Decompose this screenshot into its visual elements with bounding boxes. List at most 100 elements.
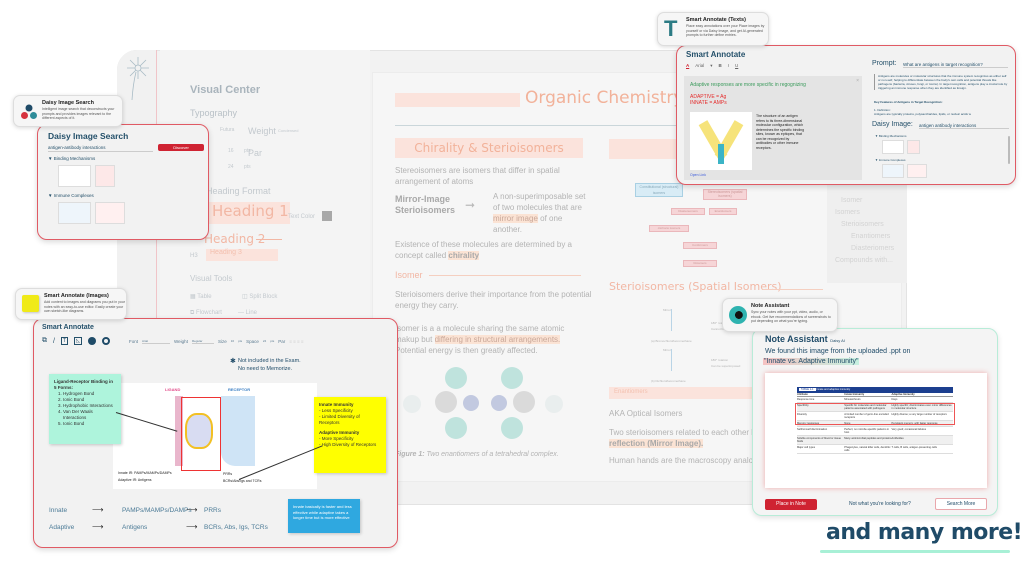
table-cell: Major cell types — [797, 446, 816, 449]
tool-flowchart[interactable]: ⧉ Flowchart — [190, 310, 222, 317]
smart-annotate-text-card: Smart Annotate A Arial ▾ B I U Adaptive … — [676, 45, 1016, 185]
font-select[interactable]: Futura — [220, 127, 234, 133]
size-input[interactable]: 16 — [231, 339, 234, 344]
group-immune-complexes[interactable]: ▼ Immune Complexes — [875, 158, 906, 162]
ring-circle-icon[interactable] — [101, 337, 110, 345]
mirror-label-b: Mirror — [663, 348, 671, 352]
heading1-style[interactable]: Heading 1 — [208, 202, 290, 224]
open-link[interactable]: Open Link — [690, 173, 706, 177]
space-input[interactable]: 24 — [228, 164, 234, 170]
yellow-sticky-note[interactable]: Innate Immunity - Less Specificity - Lim… — [314, 397, 386, 473]
not-found-text: Not what you're looking for? — [849, 501, 911, 507]
result-thumbnail[interactable] — [58, 165, 91, 187]
pen-tool-icon[interactable]: / — [53, 338, 55, 345]
weight-label: Weight — [174, 339, 188, 344]
par-label: Par — [278, 339, 286, 344]
outline-item[interactable]: Isomers — [835, 209, 860, 216]
group-immune-complexes[interactable]: ▼ Immune Complexes — [48, 193, 94, 198]
red-annotation-2: INNATE = AMPs — [690, 100, 727, 106]
green-sticky-note[interactable]: Ligand-Receptor Binding in 5 Forms: Hydr… — [49, 374, 121, 444]
sticky-item: Van Der Waals Interactions — [63, 409, 116, 421]
italic-button[interactable]: I — [728, 63, 729, 69]
smart-annotate-images-title: Smart Annotate — [42, 324, 94, 331]
result-thumbnail[interactable] — [58, 202, 91, 224]
image-search-input[interactable]: antigen-antibody interactions — [48, 145, 153, 152]
section-chirality-title: Chirality & Sterioisomers — [395, 138, 583, 158]
visual-tools-label: Visual Tools — [190, 274, 233, 283]
tooltip-desc: Sync your notes with your ppt, video, au… — [751, 310, 831, 323]
underline-button[interactable]: U — [735, 63, 738, 69]
place-in-note-button[interactable]: Place in Note — [765, 499, 817, 510]
molecule-nh2-1 — [445, 417, 467, 439]
prompt-input[interactable]: What are antigens in target recognition? — [903, 62, 1008, 68]
outline-item[interactable]: Isomer — [841, 197, 862, 204]
space-input[interactable]: 24 — [263, 339, 266, 344]
search-more-button[interactable]: Search More — [935, 498, 987, 510]
text-t-icon: T — [664, 16, 678, 41]
exam-note-line: No need to Memorize. — [238, 366, 293, 372]
tool-split-label: Split Block — [249, 294, 278, 300]
scrollbar[interactable] — [1008, 136, 1010, 164]
tool-table-label: Table — [197, 294, 212, 300]
tooltip-desc: Add content to images and diagrams you p… — [44, 300, 125, 313]
outline-item[interactable]: Sterioisomers — [841, 221, 884, 228]
text-tool-icon[interactable]: T — [60, 337, 69, 345]
weight-select[interactable]: Regular — [191, 339, 214, 344]
row-adaptive-label: Adaptive — [49, 524, 75, 531]
sticky-item: Ionic Bond — [63, 421, 116, 427]
bold-button[interactable]: B — [719, 63, 722, 69]
table-row: Self/nonself discrimination Perfect; no m… — [797, 427, 953, 436]
smart-annotate-texts-tooltip: T Smart Annotate (Texts) Place easy anno… — [657, 12, 769, 46]
group-binding-mechanisms[interactable]: ▼ Binding Mechanisms — [875, 134, 907, 138]
result-thumbnail[interactable] — [882, 164, 904, 178]
size-input[interactable]: 16 — [228, 148, 234, 154]
outline-item[interactable]: Enantiomers — [851, 233, 890, 240]
filled-circle-icon[interactable] — [87, 337, 96, 345]
font-select[interactable]: Arial — [142, 339, 171, 344]
paragraph-potential: Potential energy is then greatly affecte… — [395, 346, 538, 355]
molecule-c-2 — [513, 391, 535, 413]
result-thumbnail[interactable] — [907, 140, 920, 154]
tool-line[interactable]: — Line — [238, 310, 257, 316]
close-icon[interactable]: × — [856, 78, 859, 84]
molecule-nh2-2 — [501, 417, 523, 439]
daisy-logo-icon — [127, 57, 149, 101]
line-icon: — — [238, 310, 246, 316]
heading2-rule — [256, 239, 282, 240]
result-thumbnail[interactable] — [882, 140, 904, 154]
ligand-receptor-diagram[interactable]: LIGAND RECEPTOR Innate IR: PAMPs/MAMPs/D… — [113, 383, 317, 489]
outline-item[interactable]: Compounds with... — [835, 257, 893, 264]
tool-table[interactable]: ▦ Table — [190, 293, 212, 300]
result-thumbnail[interactable] — [907, 164, 927, 178]
text-color-icon[interactable]: A — [686, 63, 689, 69]
daisy-image-query[interactable]: antigen antibody interactions — [919, 123, 1009, 129]
antigen-diagram-image[interactable] — [690, 112, 752, 170]
section2-rule — [763, 289, 823, 290]
table-cell: Soluble components of blood or tissue fl… — [797, 437, 841, 443]
star-icon: ✱ — [230, 358, 236, 365]
paragraph-energy: Sterioisomers derive their importance fr… — [395, 290, 592, 310]
note-editor[interactable]: Adaptive responses are more specific in … — [684, 76, 862, 180]
molecule-cooh-1 — [445, 367, 467, 389]
tool-split-block[interactable]: ◫ Split Block — [242, 293, 277, 300]
sticky-title: Ligand-Receptor Binding in 5 Forms: — [54, 379, 113, 390]
heading3-style[interactable]: Heading 3 — [206, 249, 278, 261]
discover-button[interactable]: Discover — [158, 144, 204, 151]
weight-select[interactable]: Condensed — [278, 128, 298, 133]
space-label: Space — [246, 339, 259, 344]
result-thumbnail[interactable] — [95, 165, 115, 187]
red-highlight-box — [181, 397, 221, 471]
outline-item[interactable]: Diasteriomers — [851, 245, 894, 252]
result-thumbnail[interactable] — [95, 202, 125, 224]
suggested-slide-image[interactable]: TABLE 1-1 Innate and adaptive immunity A… — [765, 373, 987, 488]
sticky-item: - High Diversity of Receptors — [319, 442, 377, 447]
tooltip-title: Note Assistant — [751, 303, 790, 309]
blue-sticky-note[interactable]: Innate basically is faster and less effe… — [288, 499, 360, 533]
image-tool-icon[interactable]: ◺ — [74, 337, 82, 345]
shape-tool-icon[interactable]: ⧉ — [42, 337, 47, 345]
font-select[interactable]: Arial — [695, 63, 704, 69]
aka-optical-isomers: AKA Optical Isomers — [609, 409, 683, 418]
group-binding-mechanisms[interactable]: ▼ Binding Mechanisms — [48, 156, 95, 161]
text-color-swatch[interactable] — [322, 211, 332, 221]
align-icons[interactable]: ≡ ≡ ≡ ≡ — [289, 339, 303, 344]
